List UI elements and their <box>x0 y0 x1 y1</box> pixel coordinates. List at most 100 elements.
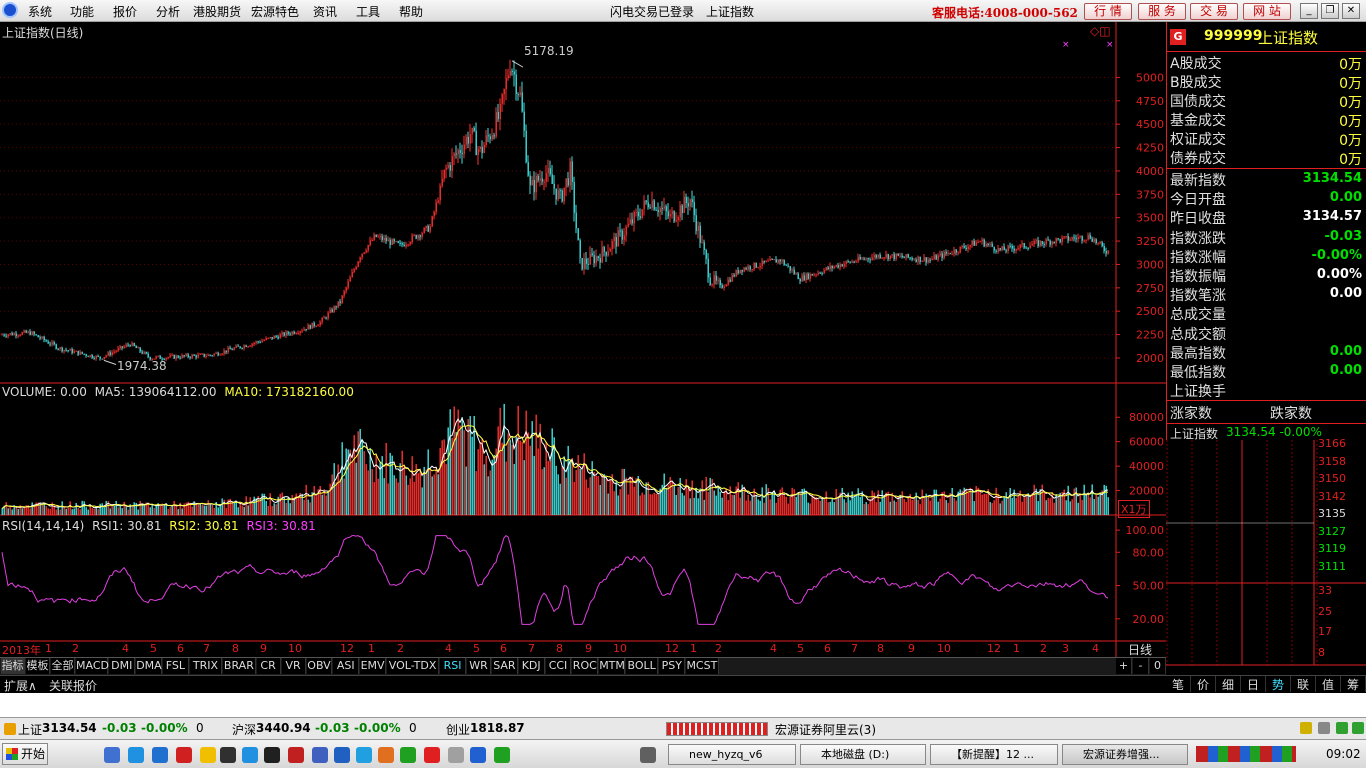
menu-quote[interactable]: 报价 <box>113 3 137 20</box>
ie2-icon[interactable] <box>356 747 372 763</box>
menu-function[interactable]: 功能 <box>70 3 94 20</box>
tab-mcst[interactable]: MCST <box>686 658 719 674</box>
task-new-reminder[interactable]: 【新提醒】12 ... <box>930 744 1058 765</box>
tab-vol-tdx[interactable]: VOL-TDX <box>387 658 440 674</box>
period-label[interactable]: 日线 <box>1128 641 1152 658</box>
folder-icon[interactable] <box>242 747 258 763</box>
close-icon[interactable]: ✕ <box>1342 3 1360 19</box>
tool-icon[interactable] <box>288 747 304 763</box>
panel-tab[interactable]: 细 <box>1216 676 1241 692</box>
tab-psy[interactable]: PSY <box>659 658 686 674</box>
tab-sar[interactable]: SAR <box>492 658 518 674</box>
candle-body <box>109 352 111 356</box>
volume-bar <box>137 509 139 515</box>
tab-fsl[interactable]: FSL <box>163 658 189 674</box>
tab-brar[interactable]: BRAR <box>223 658 256 674</box>
red-icon[interactable] <box>424 747 440 763</box>
media-icon[interactable] <box>220 747 236 763</box>
panel-tab[interactable]: 值 <box>1316 676 1341 692</box>
expand-button[interactable]: 扩展∧ <box>4 677 37 694</box>
menu-hongyuan[interactable]: 宏源特色 <box>251 3 299 20</box>
tab-kdj[interactable]: KDJ <box>518 658 545 674</box>
green-icon[interactable] <box>400 747 416 763</box>
menu-system[interactable]: 系统 <box>28 3 52 20</box>
network-icon[interactable] <box>1318 722 1330 734</box>
tab-roc[interactable]: ROC <box>572 658 599 674</box>
volume-bar <box>125 507 127 515</box>
start-button[interactable]: 开始 <box>2 743 48 765</box>
chrome-icon[interactable] <box>378 747 394 763</box>
zoom-in-button[interactable]: + <box>1116 658 1132 674</box>
volume-bar <box>567 445 569 515</box>
gray-icon[interactable] <box>448 747 464 763</box>
tab-vr[interactable]: VR <box>281 658 306 674</box>
zoom-reset-button[interactable]: 0 <box>1150 658 1166 674</box>
menu-help[interactable]: 帮助 <box>399 3 423 20</box>
tab-dma[interactable]: DMA <box>136 658 162 674</box>
stock-icon[interactable] <box>494 747 510 763</box>
tab-wr[interactable]: WR <box>467 658 491 674</box>
candle-body <box>739 269 741 274</box>
quote-row: 最低指数 0.00 <box>1170 362 1364 381</box>
tab-指标[interactable]: 指标 <box>1 658 25 674</box>
minimize-icon[interactable]: _ <box>1300 3 1318 19</box>
menu-hk-futures[interactable]: 港股期货 <box>193 3 241 20</box>
volume-bar <box>555 465 557 515</box>
explorer-icon[interactable] <box>104 747 120 763</box>
quick-site-button[interactable]: 网 站 <box>1243 3 1291 20</box>
volume-bar <box>1035 488 1037 515</box>
candle-body <box>803 275 805 281</box>
quick-service-button[interactable]: 服 务 <box>1138 3 1186 20</box>
panel-tab[interactable]: 势 <box>1266 676 1291 692</box>
menu-info[interactable]: 资讯 <box>313 3 337 20</box>
doc-icon[interactable] <box>334 747 350 763</box>
panel-tab[interactable]: 笔 <box>1166 676 1191 692</box>
app-icon[interactable] <box>176 747 192 763</box>
tab-mtm[interactable]: MTM <box>599 658 625 674</box>
lock-icon[interactable] <box>1352 722 1364 734</box>
word-icon[interactable] <box>312 747 328 763</box>
task-hongyuan[interactable]: 宏源证券增强... <box>1062 744 1188 765</box>
tab-macd[interactable]: MACD <box>76 658 109 674</box>
tab-全部[interactable]: 全部 <box>51 658 75 674</box>
chart-markers[interactable]: ◇◫ <box>1090 24 1111 38</box>
volume-bar <box>85 507 87 515</box>
face-icon[interactable] <box>200 747 216 763</box>
volume-bar <box>985 494 987 515</box>
panel-tab[interactable]: 筹 <box>1341 676 1366 692</box>
tray-icons[interactable] <box>1196 746 1296 762</box>
browser-icon[interactable] <box>152 747 168 763</box>
tab-trix[interactable]: TRIX <box>189 658 223 674</box>
candle-body <box>867 258 869 260</box>
tab-dmi[interactable]: DMI <box>109 658 136 674</box>
tab-boll[interactable]: BOLL <box>626 658 659 674</box>
volume-bar <box>117 507 119 515</box>
keyboard-icon[interactable] <box>640 747 656 763</box>
task-new-hyzq[interactable]: new_hyzq_v6 <box>668 744 796 765</box>
tab-rsi[interactable]: RSI <box>440 658 466 674</box>
tab-obv[interactable]: OBV <box>306 658 333 674</box>
quick-trade-button[interactable]: 交 易 <box>1190 3 1238 20</box>
menu-analysis[interactable]: 分析 <box>156 3 180 20</box>
panel-tab[interactable]: 日 <box>1241 676 1266 692</box>
tab-cr[interactable]: CR <box>256 658 281 674</box>
ie-icon[interactable] <box>128 747 144 763</box>
restore-icon[interactable]: ❐ <box>1321 3 1339 19</box>
blue-icon[interactable] <box>470 747 486 763</box>
tab-asi[interactable]: ASI <box>333 658 360 674</box>
panel-tab[interactable]: 联 <box>1291 676 1316 692</box>
tab-模板[interactable]: 模板 <box>26 658 50 674</box>
task-local-disk[interactable]: 本地磁盘 (D:) <box>800 744 926 765</box>
tab-emv[interactable]: EMV <box>360 658 386 674</box>
tab-cci[interactable]: CCI <box>545 658 572 674</box>
zoom-out-button[interactable]: - <box>1133 658 1149 674</box>
connect-icon[interactable] <box>1336 722 1348 734</box>
qq-icon[interactable] <box>264 747 280 763</box>
server-name[interactable]: 宏源证券阿里云(3) <box>775 721 876 738</box>
panel-tab[interactable]: 价 <box>1191 676 1216 692</box>
related-quote-button[interactable]: 关联报价 <box>49 677 97 694</box>
menu-tools[interactable]: 工具 <box>356 3 380 20</box>
notify-icon[interactable] <box>1300 722 1312 734</box>
quick-quote-button[interactable]: 行 情 <box>1084 3 1132 20</box>
kline-chart[interactable]: 2000225025002750300032503500375040004250… <box>0 22 1166 657</box>
